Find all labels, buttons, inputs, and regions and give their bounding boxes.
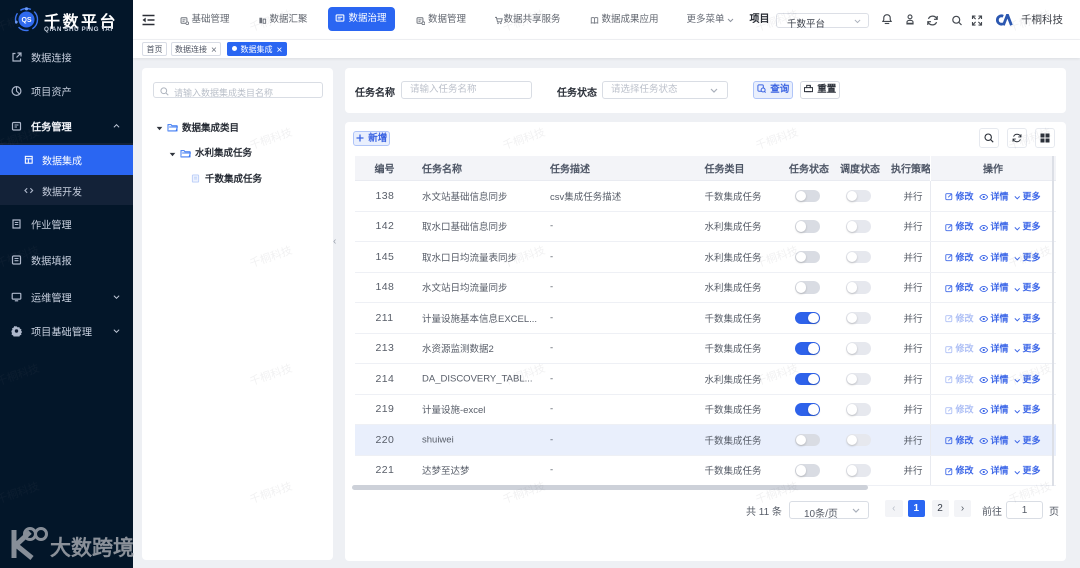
svg-text:QS: QS <box>21 17 31 24</box>
